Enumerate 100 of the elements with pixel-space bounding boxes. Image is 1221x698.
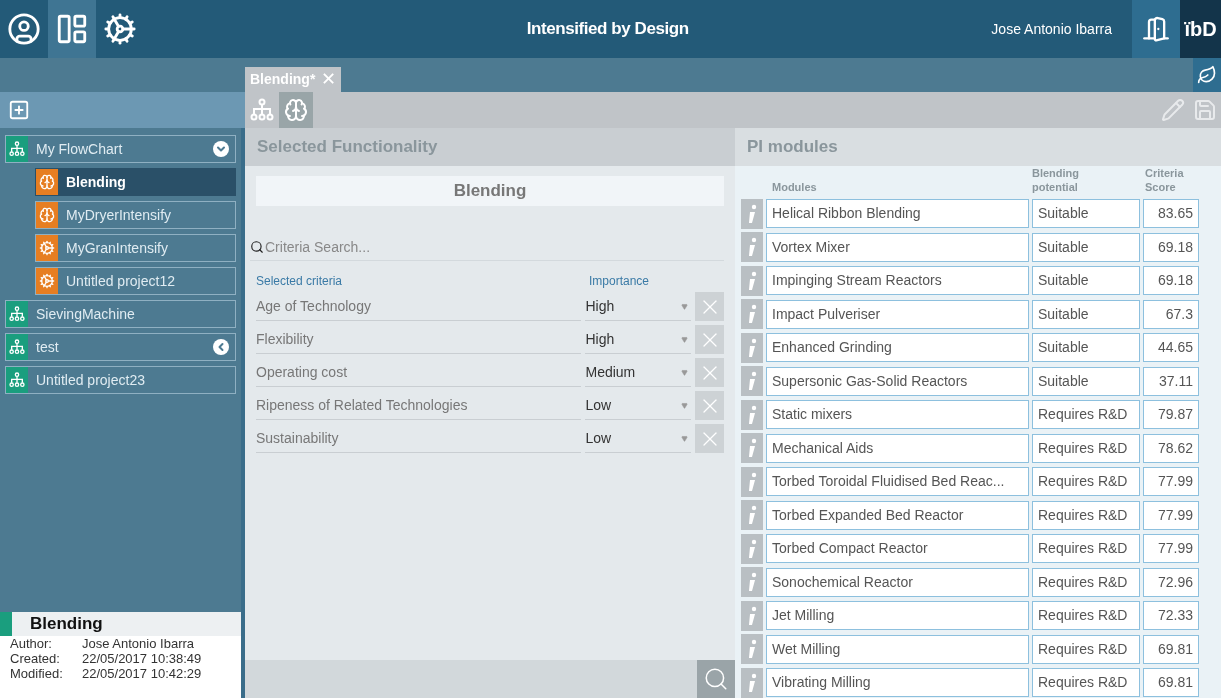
potential-cell: Requires R&D xyxy=(1032,433,1140,463)
nav-button[interactable] xyxy=(48,0,96,58)
brain-icon xyxy=(39,207,55,223)
add-project-icon[interactable] xyxy=(8,99,30,121)
tree-item[interactable]: My FlowChart xyxy=(5,135,236,163)
module-name[interactable]: Torbed Compact Reactor xyxy=(766,534,1029,564)
importance-dropdown[interactable]: Low xyxy=(585,424,692,453)
info-icon[interactable] xyxy=(741,299,763,330)
module-name[interactable]: Wet Milling xyxy=(766,634,1029,664)
info-icon[interactable] xyxy=(741,667,763,698)
tree-item[interactable]: Untitled project12 xyxy=(35,267,236,295)
column-header: Blending potential xyxy=(1032,166,1081,194)
score-cell: 77.99 xyxy=(1143,500,1199,530)
info-icon[interactable] xyxy=(741,500,763,531)
tree-item[interactable]: Blending xyxy=(35,168,236,196)
module-name[interactable]: Torbed Toroidal Fluidised Bed Reac... xyxy=(766,467,1029,497)
potential-cell: Suitable xyxy=(1032,366,1140,396)
info-icon[interactable] xyxy=(741,600,763,631)
tree-item[interactable]: SievingMachine xyxy=(5,300,236,328)
score-cell: 44.65 xyxy=(1143,333,1199,363)
module-name[interactable]: Torbed Expanded Bed Reactor xyxy=(766,500,1029,530)
criterion-name: Sustainability xyxy=(256,424,582,453)
user-icon xyxy=(7,12,41,46)
board-icon xyxy=(55,12,89,46)
caret-icon xyxy=(681,302,689,310)
info-icon[interactable] xyxy=(741,198,763,229)
module-name[interactable]: Enhanced Grinding xyxy=(766,333,1029,363)
remove-button[interactable] xyxy=(695,358,724,387)
exit-door-icon xyxy=(1142,15,1170,43)
tree-item-label: MyDryerIntensify xyxy=(66,205,173,225)
info-value: 22/05/2017 10:38:49 xyxy=(82,651,202,666)
criteria-search-field[interactable]: Criteria Search... xyxy=(265,234,724,260)
brain-icon xyxy=(284,98,308,122)
user-name: Jose Antonio Ibarra xyxy=(991,19,1112,39)
search-button[interactable] xyxy=(697,660,735,698)
info-value: 22/05/2017 10:42:29 xyxy=(82,666,202,681)
module-name[interactable]: Supersonic Gas-Solid Reactors xyxy=(766,366,1029,396)
caret-icon xyxy=(681,401,689,409)
potential-cell: Suitable xyxy=(1032,232,1140,262)
app-logo: ïbD xyxy=(1180,0,1221,58)
caret-icon xyxy=(681,335,689,343)
info-label: Modified: xyxy=(10,666,64,681)
view-button[interactable] xyxy=(279,92,313,128)
info-title: Blending xyxy=(30,613,103,636)
potential-cell: Suitable xyxy=(1032,333,1140,363)
module-name[interactable]: Helical Ribbon Blending xyxy=(766,199,1029,229)
importance-dropdown[interactable]: High xyxy=(585,292,692,321)
module-name[interactable]: Vibrating Milling xyxy=(766,668,1029,698)
leaf-icon[interactable] xyxy=(1193,58,1221,92)
module-name[interactable]: Mechanical Aids xyxy=(766,433,1029,463)
module-name[interactable]: Impinging Stream Reactors xyxy=(766,266,1029,296)
tree-item-label: Untitled project12 xyxy=(66,271,176,291)
info-icon[interactable] xyxy=(741,466,763,497)
module-name[interactable]: Sonochemical Reactor xyxy=(766,567,1029,597)
score-cell: 79.87 xyxy=(1143,400,1199,430)
tree-item[interactable]: MyGranIntensify xyxy=(35,234,236,262)
tree-item[interactable]: MyDryerIntensify xyxy=(35,201,236,229)
info-icon[interactable] xyxy=(741,399,763,430)
info-label: Created: xyxy=(10,651,61,666)
info-icon[interactable] xyxy=(741,634,763,665)
hierarchy-icon xyxy=(9,141,25,157)
logout-button[interactable] xyxy=(1132,0,1180,58)
importance-dropdown[interactable]: High xyxy=(585,325,692,354)
potential-cell: Requires R&D xyxy=(1032,601,1140,631)
expand-toggle-icon[interactable] xyxy=(213,339,229,355)
search-icon xyxy=(703,666,729,692)
info-icon[interactable] xyxy=(741,366,763,397)
remove-button[interactable] xyxy=(695,325,724,354)
score-cell: 77.99 xyxy=(1143,534,1199,564)
module-name[interactable]: Vortex Mixer xyxy=(766,232,1029,262)
remove-button[interactable] xyxy=(695,292,724,321)
info-icon[interactable] xyxy=(741,533,763,564)
module-name[interactable]: Static mixers xyxy=(766,400,1029,430)
module-name[interactable]: Impact Pulveriser xyxy=(766,299,1029,329)
score-cell: 67.3 xyxy=(1143,299,1199,329)
tree-item[interactable]: Untitled project23 xyxy=(5,366,236,394)
remove-button[interactable] xyxy=(695,424,724,453)
info-icon[interactable] xyxy=(741,265,763,296)
importance-dropdown[interactable]: Medium xyxy=(585,358,692,387)
score-cell: 69.18 xyxy=(1143,232,1199,262)
column-header: Importance xyxy=(589,273,650,290)
importance-dropdown[interactable]: Low xyxy=(585,391,692,420)
tree-item-label: test xyxy=(36,337,60,357)
module-name[interactable]: Jet Milling xyxy=(766,601,1029,631)
info-icon[interactable] xyxy=(741,567,763,598)
info-icon[interactable] xyxy=(741,332,763,363)
brain-icon xyxy=(39,174,55,190)
score-cell: 72.96 xyxy=(1143,567,1199,597)
info-icon[interactable] xyxy=(741,433,763,464)
info-value: Jose Antonio Ibarra xyxy=(82,636,195,651)
tree-item-label: SievingMachine xyxy=(36,304,136,324)
save-icon[interactable] xyxy=(1193,98,1217,122)
info-icon[interactable] xyxy=(741,232,763,263)
tree-item[interactable]: test xyxy=(5,333,236,361)
edit-icon[interactable] xyxy=(1161,98,1185,122)
remove-button[interactable] xyxy=(695,391,724,420)
potential-cell: Requires R&D xyxy=(1032,634,1140,664)
score-cell: 69.18 xyxy=(1143,266,1199,296)
panel-heading: Selected Functionality xyxy=(257,136,438,159)
collapse-toggle-icon[interactable] xyxy=(213,141,229,157)
